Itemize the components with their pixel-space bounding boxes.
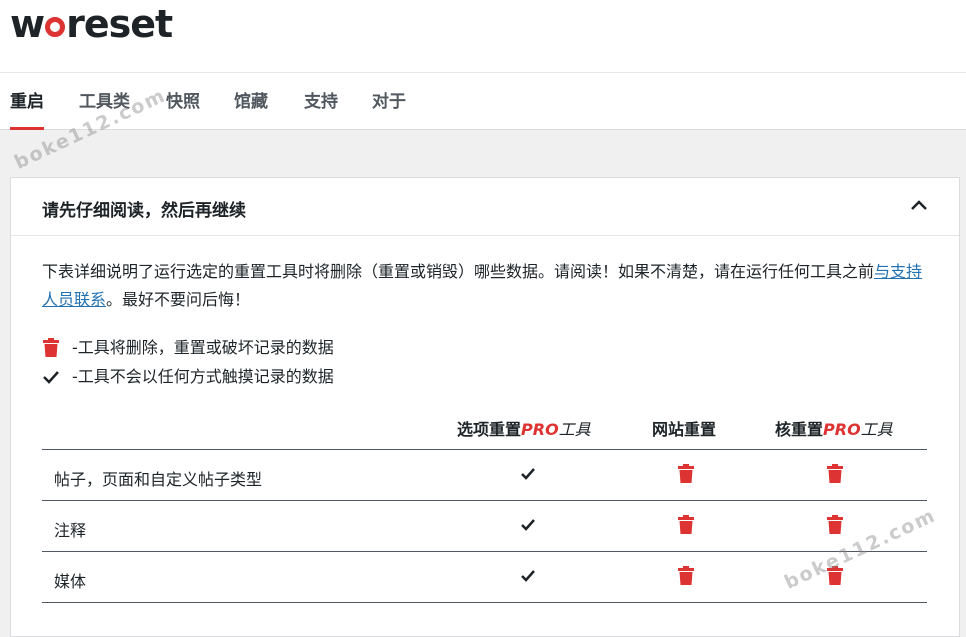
checkmark-icon [42, 369, 72, 385]
trash-icon [823, 513, 847, 537]
logo-power-icon [45, 17, 66, 37]
legend-delete: -工具将删除，重置或破坏记录的数据 [42, 333, 334, 362]
table-header: 选项重置PRO工具 网站重置 核重置PRO工具 [42, 414, 927, 450]
header-site-reset: 网站重置 [652, 420, 717, 439]
header-options-reset: 选项重置PRO工具 [457, 420, 591, 439]
legend-keep: -工具不会以任何方式触摸记录的数据 [42, 362, 334, 391]
row-label: 媒体 [54, 572, 87, 591]
trash-icon [823, 564, 847, 588]
table-row: 注释 [42, 501, 927, 552]
intro-text: 下表详细说明了运行选定的重置工具时将删除（重置或销毁）哪些数据。请阅读！如果不清… [42, 262, 923, 309]
trash-icon [823, 462, 847, 486]
tab-tools[interactable]: 工具类 [79, 73, 130, 130]
table-row: 帖子，页面和自定义帖子类型 [42, 450, 927, 501]
wpreset-logo[interactable]: w reset [10, 2, 173, 46]
trash-icon [42, 337, 72, 358]
trash-icon [674, 564, 698, 588]
top-bar: w reset [0, 0, 966, 73]
checkmark-icon [516, 462, 540, 486]
row-label: 注释 [54, 521, 87, 540]
tab-support[interactable]: 支持 [304, 73, 338, 130]
trash-icon [674, 513, 698, 537]
legend: -工具将删除，重置或破坏记录的数据 -工具不会以任何方式触摸记录的数据 [42, 333, 334, 391]
reset-comparison-table: 选项重置PRO工具 网站重置 核重置PRO工具 帖子，页面和自定义帖子类型 注释… [42, 414, 927, 603]
card-header[interactable]: 请先仔细阅读，然后再继续 [11, 178, 959, 236]
tab-reset[interactable]: 重启 [10, 73, 44, 130]
row-label: 帖子，页面和自定义帖子类型 [54, 470, 263, 489]
trash-icon [674, 462, 698, 486]
tab-about[interactable]: 对于 [372, 73, 406, 130]
read-first-card: 请先仔细阅读，然后再继续 下表详细说明了运行选定的重置工具时将删除（重置或销毁）… [10, 177, 960, 637]
tab-bar: 重启 工具类 快照 馆藏 支持 对于 [0, 73, 966, 130]
card-title: 请先仔细阅读，然后再继续 [42, 201, 246, 221]
header-nuclear-reset: 核重置PRO工具 [775, 420, 893, 439]
checkmark-icon [516, 513, 540, 537]
collapse-chevron-up-icon[interactable] [907, 194, 931, 218]
table-row: 媒体 [42, 552, 927, 603]
tab-snapshots[interactable]: 快照 [166, 73, 200, 130]
tab-collections[interactable]: 馆藏 [234, 73, 268, 130]
checkmark-icon [516, 564, 540, 588]
